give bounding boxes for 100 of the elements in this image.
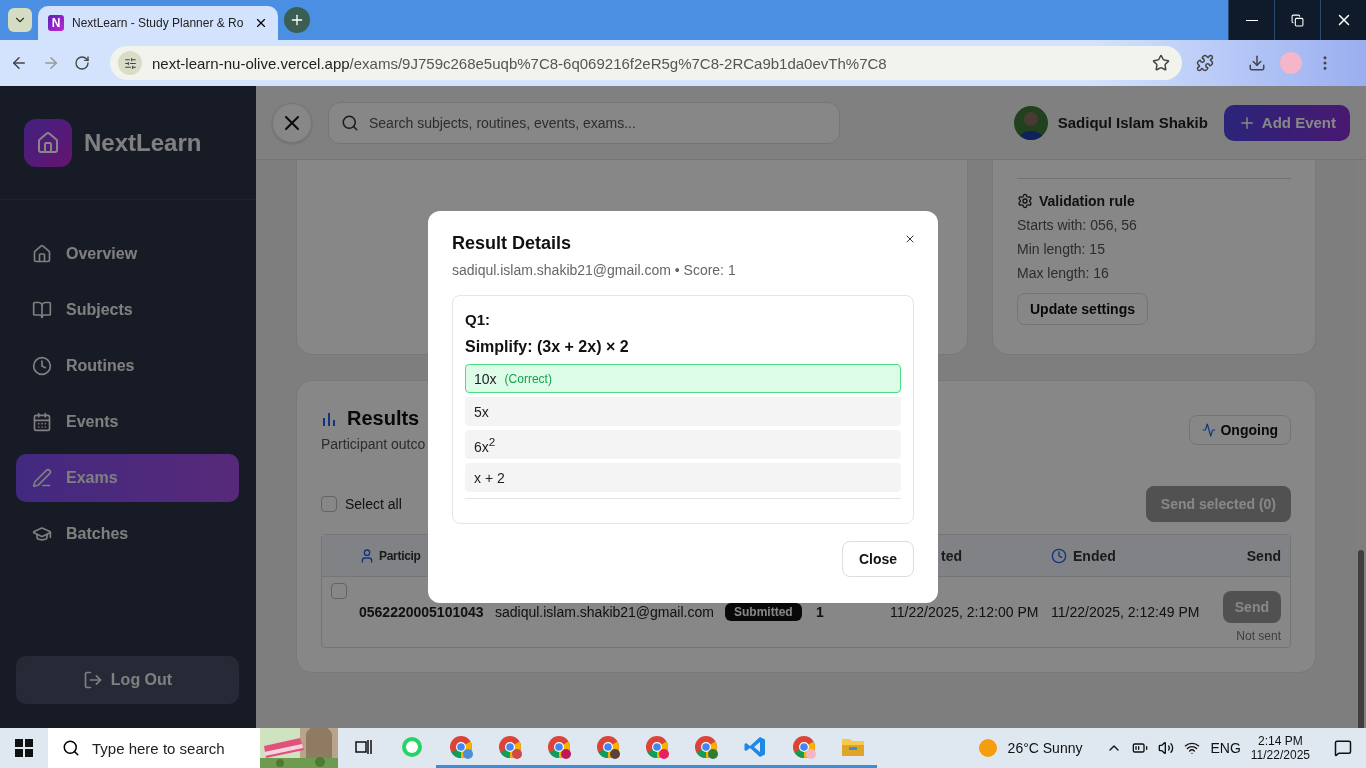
extensions-icon[interactable] xyxy=(1196,54,1214,72)
windows-icon xyxy=(15,739,33,757)
tab-list-button[interactable] xyxy=(8,8,32,32)
restore-button[interactable] xyxy=(1274,0,1320,40)
chrome-icon[interactable] xyxy=(595,734,620,759)
close-window-button[interactable] xyxy=(1320,0,1366,40)
column-header: Ended xyxy=(1073,547,1116,564)
column-header: ted xyxy=(941,547,962,564)
minimize-icon xyxy=(1245,19,1258,21)
sun-icon xyxy=(977,738,998,758)
add-event-button[interactable]: Add Event xyxy=(1223,104,1350,141)
browser-tab[interactable]: N NextLearn - Study Planner & Ro xyxy=(38,6,278,40)
taskbar-clock[interactable]: 2:14 PM 11/22/2025 xyxy=(1250,734,1310,762)
close-button[interactable] xyxy=(272,102,312,143)
site-info-button[interactable] xyxy=(118,51,142,75)
send-status: Not sent xyxy=(1236,629,1281,643)
table-cell-text: 0562220005101043 xyxy=(359,604,485,620)
dialog-subtitle: sadiqul.islam.shakib21@gmail.com • Score: 1 xyxy=(452,262,737,278)
table-cell-text: 1 xyxy=(816,604,825,620)
favicon: N xyxy=(48,15,64,31)
calendar-icon xyxy=(32,412,52,432)
chrome-icon[interactable] xyxy=(497,734,522,759)
section-title: Validation rule xyxy=(1039,193,1135,209)
rule-text: Starts with: 056, 56 xyxy=(1017,217,1138,233)
chrome-icon[interactable] xyxy=(693,734,718,759)
search-icon xyxy=(62,739,80,757)
reload-icon[interactable] xyxy=(74,55,90,71)
weather-text[interactable]: 26°C Sunny xyxy=(1007,740,1083,756)
plus-icon xyxy=(289,12,305,28)
section-title: Results xyxy=(347,407,420,430)
search-icon xyxy=(341,113,359,132)
back-icon[interactable] xyxy=(10,54,28,72)
table-cell-text: 11/22/2025, 2:12:00 PM xyxy=(890,604,1040,620)
battery-icon[interactable] xyxy=(1132,740,1149,756)
question-text: Simplify: (3x + 2x) × 2 xyxy=(465,338,630,356)
volume-icon[interactable] xyxy=(1158,740,1175,756)
question-number: Q1: xyxy=(465,311,491,328)
home-icon xyxy=(32,244,52,264)
update-settings-button[interactable]: Update settings xyxy=(1017,293,1148,325)
url-text: next-learn-nu-olive.vercel.app/exams/9J759c268e5uqb%7C8-6q069216f2eR5g%7C8-2RCa9b1da0evTh%7C8 xyxy=(152,54,888,72)
section-subtitle: Participant outco xyxy=(321,436,426,452)
sidebar-item[interactable]: Exams xyxy=(16,454,239,502)
sidebar-item[interactable]: Routines xyxy=(16,342,239,390)
row-checkbox[interactable] xyxy=(331,583,347,599)
bar-chart-icon xyxy=(321,410,337,427)
user-name: Sadiqul Islam Shakib xyxy=(1057,114,1208,131)
chrome-icon[interactable] xyxy=(791,734,816,759)
checkbox[interactable] xyxy=(321,496,337,512)
chrome-icon[interactable] xyxy=(546,734,571,759)
pen-icon xyxy=(32,468,52,488)
chrome-icon[interactable] xyxy=(644,734,669,759)
taskbar-search-field[interactable]: Type here to search xyxy=(48,728,338,768)
sidebar-item[interactable]: Overview xyxy=(16,230,239,278)
download-icon[interactable] xyxy=(1248,54,1266,72)
table-cell-text: sadiqul.islam.shakib21@gmail.com xyxy=(495,604,715,620)
address-bar[interactable]: next-learn-nu-olive.vercel.app/exams/9J759c268e5uqb%7C8-6q069216f2eR5g%7C8-2RCa9b1da0evTh%7C8 xyxy=(110,46,1182,80)
activity-icon xyxy=(1202,423,1217,437)
logout-icon xyxy=(82,670,103,690)
bookmark-star-icon[interactable] xyxy=(1152,54,1170,72)
chrome-icon[interactable] xyxy=(448,734,473,759)
close-icon[interactable] xyxy=(254,16,268,30)
code-editor-icon xyxy=(742,734,767,759)
checkbox-label: Select all xyxy=(345,496,402,512)
brand-name: NextLearn xyxy=(84,128,202,157)
answer-option: 5x xyxy=(465,397,901,426)
status-badge: Ongoing xyxy=(1189,415,1291,445)
clock-icon xyxy=(32,356,52,376)
restore-icon xyxy=(1291,13,1304,27)
home-icon xyxy=(36,130,60,155)
book-icon xyxy=(32,300,52,320)
settings-icon xyxy=(1017,193,1033,209)
wifi-icon[interactable] xyxy=(1184,740,1201,756)
sidebar-item[interactable]: Subjects xyxy=(16,286,239,334)
answer-option: 6x$^{2}$ xyxy=(465,430,901,459)
table-cell: 11/22/2025, 2:12:49 PM xyxy=(1051,604,1201,620)
column-header: Particip xyxy=(379,548,421,563)
column-header: Send xyxy=(1246,547,1281,564)
close-button[interactable]: Close xyxy=(841,541,914,577)
user-icon xyxy=(359,547,375,564)
notifications-icon[interactable] xyxy=(1334,739,1352,757)
tab-title: NextLearn - Study Planner & Ro xyxy=(72,16,244,30)
rule-text: Min length: 15 xyxy=(1017,241,1106,257)
graduation-cap-icon xyxy=(32,524,52,544)
logout-button[interactable]: Log Out xyxy=(16,656,239,704)
rule-text: Max length: 16 xyxy=(1017,265,1110,281)
clock-icon xyxy=(1051,547,1067,564)
folder-icon xyxy=(840,736,865,757)
sidebar-item[interactable]: Batches xyxy=(16,510,239,558)
status-badge: Submitted xyxy=(725,603,802,621)
sidebar-item[interactable]: Events xyxy=(16,398,239,446)
task-view-icon xyxy=(353,738,372,755)
answer-option: x + 2 xyxy=(465,463,901,492)
dialog-title: Result Details xyxy=(452,233,572,254)
user-avatar[interactable] xyxy=(1013,105,1048,140)
sliders-icon xyxy=(123,56,137,70)
search-field[interactable]: Search subjects, routines, events, exams... xyxy=(328,101,840,144)
new-tab-button[interactable] xyxy=(284,7,310,33)
answer-option: 10x (Correct) xyxy=(465,364,901,393)
search-input[interactable]: Search subjects, routines, events, exams... xyxy=(367,113,827,132)
language-indicator[interactable]: ENG xyxy=(1210,740,1241,756)
